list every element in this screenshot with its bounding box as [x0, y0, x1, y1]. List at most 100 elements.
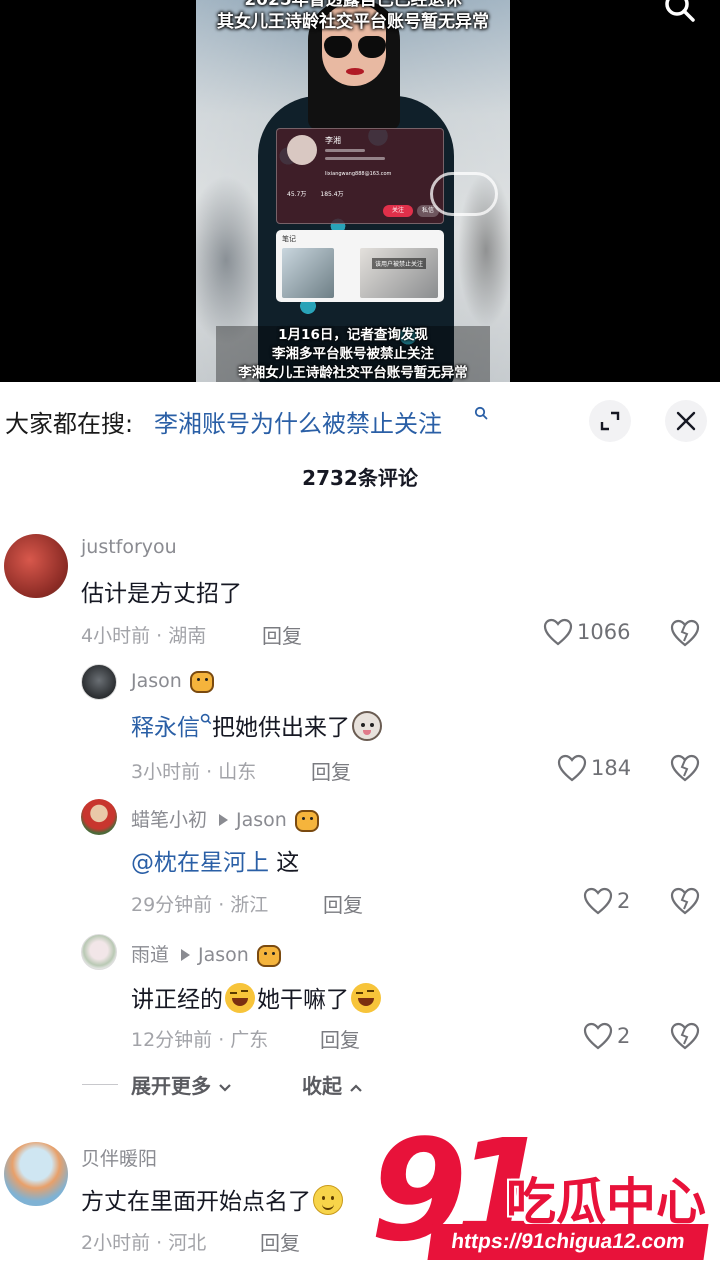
heart-icon: [583, 887, 613, 915]
like-count: 184: [591, 756, 632, 780]
laughing-crying-emoji-icon: [351, 983, 381, 1013]
laughing-crying-emoji-icon: [225, 983, 255, 1013]
avatar[interactable]: [81, 799, 117, 835]
caption-line: 李湘女儿王诗龄社交平台账号暂无异常: [238, 365, 468, 381]
search-prefix: 大家都在搜:: [5, 410, 134, 438]
comment-meta: 3小时前 · 山东: [131, 761, 257, 783]
like-count: 2: [617, 1024, 631, 1048]
watermark-url: https://91chigua12.com: [427, 1224, 709, 1260]
note-tag: 该用户被禁止关注: [372, 258, 427, 269]
expand-icon: [600, 411, 620, 431]
search-suggestion-bar: 大家都在搜: 李湘账号为什么被禁止关注: [0, 382, 720, 460]
comment-text-body: 把她供出来了: [212, 715, 350, 741]
reply-button[interactable]: 回复: [262, 620, 302, 649]
collapse-label: 收起: [302, 1074, 342, 1098]
avatar[interactable]: [81, 934, 117, 970]
mention-link[interactable]: @枕在星河上: [131, 850, 269, 876]
reply-button[interactable]: 回复: [260, 1227, 300, 1256]
username-text: Jason: [131, 670, 182, 692]
comment-item: justforyou 估计是方丈招了 4小时前 · 湖南 回复 1066: [0, 530, 720, 650]
video-caption-bottom: 1月16日，记者查询发现 李湘多平台账号被禁止关注 李湘女儿王诗龄社交平台账号暂…: [216, 326, 490, 382]
expand-more-button[interactable]: 展开更多: [131, 1070, 232, 1099]
profile-email: lixiangwang888@163.com: [325, 171, 392, 177]
like-count: 2: [617, 889, 631, 913]
reply-button[interactable]: 回复: [311, 756, 351, 785]
notes-screenshot: 笔记 该用户被禁止关注: [276, 230, 444, 302]
expand-button[interactable]: [589, 400, 631, 442]
broken-heart-icon[interactable]: [670, 1022, 700, 1050]
profile-stat: 185.4万: [320, 191, 344, 198]
comment-text: 释永信 把她供出来了: [131, 708, 384, 742]
broken-heart-icon[interactable]: [670, 754, 700, 782]
broken-heart-icon[interactable]: [670, 887, 700, 915]
comment-username[interactable]: 贝伴暖阳: [81, 1144, 157, 1171]
note-image: [360, 248, 438, 298]
search-suggestion-link[interactable]: 李湘账号为什么被禁止关注: [154, 404, 442, 439]
heart-icon: [543, 618, 573, 646]
like-button[interactable]: 2: [583, 1022, 630, 1050]
note-image: [282, 248, 334, 298]
close-icon: [676, 411, 696, 431]
comment-text-body: 这: [269, 850, 300, 876]
comment-meta: 29分钟前 · 浙江: [131, 894, 269, 916]
search-icon[interactable]: [662, 0, 696, 26]
comment-meta: 12分钟前 · 广东: [131, 1029, 269, 1051]
like-button[interactable]: 1066: [543, 618, 630, 646]
comment-count: 2732条评论: [302, 466, 418, 490]
tiger-emoji-icon: [256, 945, 281, 967]
search-icon: [200, 713, 212, 725]
caption-line: 1月16日，记者查询发现: [278, 327, 428, 343]
collapse-button[interactable]: 收起: [302, 1070, 363, 1099]
tiger-emoji-icon: [189, 671, 214, 693]
replies-controls: 展开更多 收起: [0, 1070, 720, 1100]
heart-icon: [583, 1022, 613, 1050]
dog-emoji-icon: [352, 711, 382, 741]
smile-emoji-icon: [313, 1185, 343, 1215]
broken-heart-icon[interactable]: [670, 619, 700, 647]
comment-text-body: 讲正经的: [131, 987, 223, 1013]
lips: [346, 68, 364, 75]
comment-username[interactable]: Jason: [131, 670, 216, 693]
site-watermark-logo: 91 吃瓜中心 https://91chigua12.com: [366, 1122, 720, 1280]
comment-text: 估计是方丈招了: [81, 581, 242, 607]
mention-link[interactable]: 释永信: [131, 715, 200, 741]
profile-stats: 45.7万 185.4万: [287, 189, 344, 198]
avatar[interactable]: [4, 1142, 68, 1206]
reply-arrow-icon: [181, 948, 191, 961]
tiger-emoji-icon: [294, 810, 319, 832]
close-button[interactable]: [665, 400, 707, 442]
profile-name: 李湘: [325, 136, 341, 145]
video-caption-top: 2025年曾透露自己已经退休 其女儿王诗龄社交平台账号暂无异常: [200, 0, 506, 33]
caption-line-1: 2025年曾透露自己已经退休: [244, 0, 462, 10]
avatar[interactable]: [81, 664, 117, 700]
sunglasses: [324, 36, 386, 58]
video-player[interactable]: 2025年曾透露自己已经退休 其女儿王诗龄社交平台账号暂无异常 李湘 lixia…: [0, 0, 720, 382]
username-text: 雨道: [131, 944, 170, 966]
like-button[interactable]: 2: [583, 887, 630, 915]
comment-text-body: 她干嘛了: [257, 987, 349, 1013]
comment-username[interactable]: justforyou: [81, 536, 177, 558]
profile-follow-button: 关注: [383, 205, 413, 217]
reply-button[interactable]: 回复: [323, 889, 363, 918]
reply-item: 雨道 Jason 讲正经的 她干嘛了 12分钟前 · 广东 回复 2: [0, 932, 720, 1056]
avatar[interactable]: [4, 534, 68, 598]
reply-item: 蜡笔小初 Jason @枕在星河上 这 29分钟前 · 浙江 回复 2: [0, 797, 720, 921]
comment-text-body: 方丈在里面开始点名了: [81, 1189, 311, 1215]
note-title: 笔记: [282, 235, 296, 243]
reply-button[interactable]: 回复: [320, 1024, 360, 1053]
reply-to-user: Jason: [198, 944, 249, 966]
comment-text: @枕在星河上 这: [131, 843, 299, 877]
comment-text: 讲正经的 她干嘛了: [131, 980, 383, 1014]
comment-meta: 2小时前 · 河北: [81, 1232, 207, 1254]
reply-arrow-icon: [219, 813, 229, 826]
chevron-up-icon: [350, 1084, 362, 1092]
profile-stat: 45.7万: [287, 191, 307, 198]
comment-username[interactable]: 雨道 Jason: [131, 940, 283, 967]
divider: [82, 1084, 118, 1085]
heart-icon: [557, 754, 587, 782]
comment-username[interactable]: 蜡笔小初 Jason: [131, 805, 321, 832]
profile-avatar: [287, 135, 317, 165]
profile-line: [325, 157, 385, 160]
like-button[interactable]: 184: [557, 754, 631, 782]
username-text: 蜡笔小初: [131, 809, 208, 831]
